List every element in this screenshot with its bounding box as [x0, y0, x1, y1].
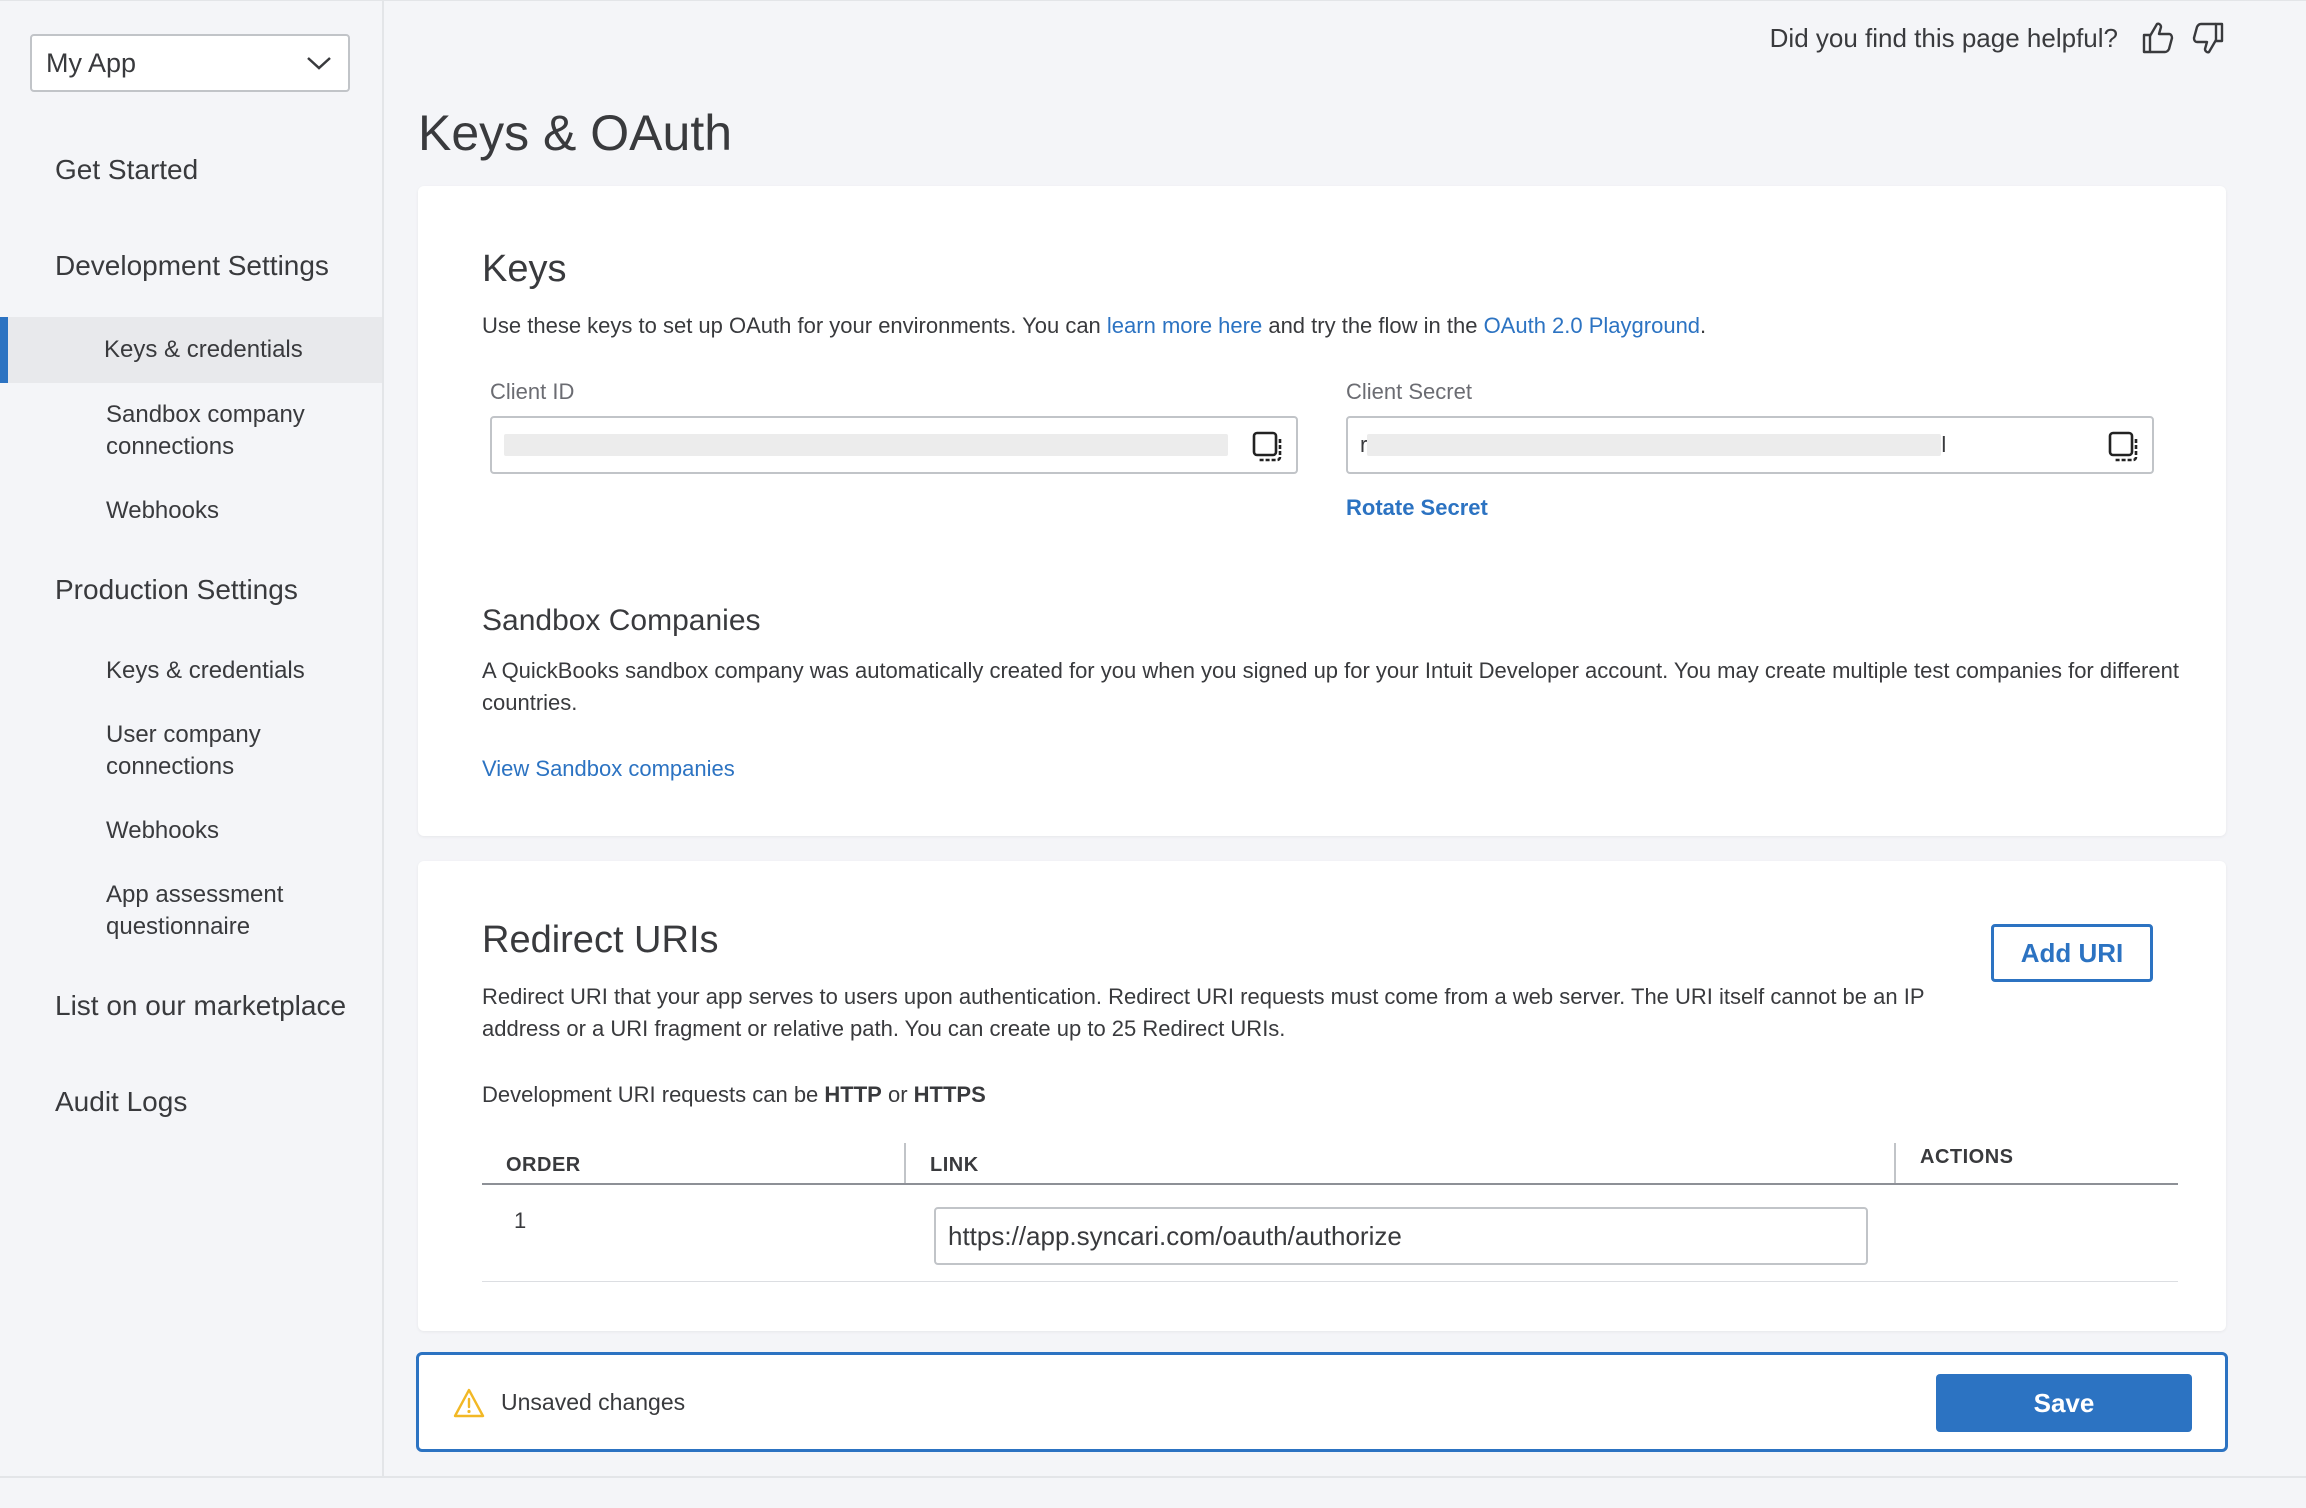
client-secret-masked-value	[1367, 434, 1942, 456]
sidebar-item-marketplace[interactable]: List on our marketplace	[55, 990, 346, 1022]
sidebar: My App Get Started Development Settings …	[0, 1, 384, 1477]
redirect-description: Redirect URI that your app serves to use…	[482, 984, 1925, 1041]
redirect-heading: Redirect URIs	[482, 919, 719, 961]
thumbs-up-icon[interactable]	[2140, 20, 2176, 56]
column-header-order: ORDER	[506, 1154, 581, 1176]
sandbox-heading: Sandbox Companies	[482, 604, 761, 637]
dev-uri-note: Development URI requests can be HTTP or …	[482, 1079, 986, 1111]
page-feedback: Did you find this page helpful?	[1770, 20, 2226, 56]
keys-description: Use these keys to set up OAuth for your …	[482, 310, 1706, 342]
copy-icon[interactable]	[1252, 431, 1284, 463]
app-selector[interactable]: My App	[30, 34, 350, 92]
column-header-link: LINK	[930, 1154, 979, 1176]
warning-icon	[453, 1388, 485, 1418]
redirect-uris-card: Redirect URIs Add URI Redirect URI that …	[418, 861, 2226, 1331]
unsaved-changes-message: Unsaved changes	[501, 1389, 686, 1415]
table-row-divider	[482, 1281, 2178, 1282]
keys-card: Keys Use these keys to set up OAuth for …	[418, 186, 2226, 836]
view-sandbox-companies-link[interactable]: View Sandbox companies	[482, 753, 735, 785]
row-order: 1	[514, 1208, 527, 1233]
page-title: Keys & OAuth	[418, 105, 733, 161]
sidebar-item-dev-keys-credentials[interactable]: Keys & credentials	[104, 334, 364, 366]
sidebar-item-development-settings[interactable]: Development Settings	[55, 250, 329, 282]
table-header-divider	[482, 1183, 2178, 1185]
app-selector-value: My App	[46, 47, 137, 78]
copy-icon[interactable]	[2108, 431, 2140, 463]
client-secret-field[interactable]: r l	[1346, 416, 2154, 474]
sidebar-item-app-assessment[interactable]: App assessment questionnaire	[106, 879, 366, 943]
rotate-secret-link[interactable]: Rotate Secret	[1346, 495, 1488, 521]
sidebar-item-audit-logs[interactable]: Audit Logs	[55, 1086, 187, 1118]
column-divider	[1894, 1143, 1896, 1185]
client-id-label: Client ID	[490, 379, 575, 404]
client-secret-label: Client Secret	[1346, 379, 1472, 404]
keys-heading: Keys	[482, 248, 567, 290]
sidebar-item-dev-sandbox-connections[interactable]: Sandbox company connections	[106, 399, 366, 463]
sidebar-item-prod-user-connections[interactable]: User company connections	[106, 719, 366, 783]
client-id-field[interactable]	[490, 416, 1298, 474]
dev-note-text: Development URI requests can be	[482, 1082, 825, 1107]
dev-note-http: HTTP	[824, 1082, 882, 1107]
sidebar-item-dev-webhooks[interactable]: Webhooks	[106, 495, 366, 527]
unsaved-changes-bar: Unsaved changes Save	[416, 1352, 2228, 1452]
add-uri-button[interactable]: Add URI	[1991, 924, 2153, 982]
column-header-actions: ACTIONS	[1920, 1146, 2014, 1168]
sidebar-item-production-settings[interactable]: Production Settings	[55, 574, 298, 606]
client-secret-prefix: r	[1360, 432, 1368, 457]
chevron-down-icon	[307, 57, 331, 70]
helpful-question: Did you find this page helpful?	[1769, 22, 2118, 53]
keys-desc-text: Use these keys to set up OAuth for your …	[482, 313, 1107, 338]
active-item-indicator	[0, 317, 8, 383]
dev-note-https: HTTPS	[913, 1082, 986, 1107]
page-footer-strip	[0, 1476, 2306, 1508]
keys-desc-end: .	[1700, 313, 1707, 338]
dev-note-or: or	[881, 1082, 914, 1107]
client-id-masked-value	[504, 434, 1228, 456]
redirect-uri-input[interactable]	[934, 1207, 1868, 1265]
keys-desc-text-2: and try the flow in the	[1262, 313, 1484, 338]
thumbs-down-icon[interactable]	[2190, 20, 2226, 56]
client-secret-suffix: l	[1941, 432, 1947, 457]
sandbox-description: A QuickBooks sandbox company was automat…	[482, 658, 2179, 715]
save-button[interactable]: Save	[1936, 1374, 2192, 1432]
sidebar-item-prod-webhooks[interactable]: Webhooks	[106, 815, 366, 847]
sidebar-item-get-started[interactable]: Get Started	[55, 154, 198, 186]
learn-more-link[interactable]: learn more here	[1107, 313, 1262, 338]
oauth-playground-link[interactable]: OAuth 2.0 Playground	[1484, 313, 1700, 338]
column-divider	[904, 1143, 906, 1185]
sidebar-item-prod-keys-credentials[interactable]: Keys & credentials	[106, 655, 366, 687]
